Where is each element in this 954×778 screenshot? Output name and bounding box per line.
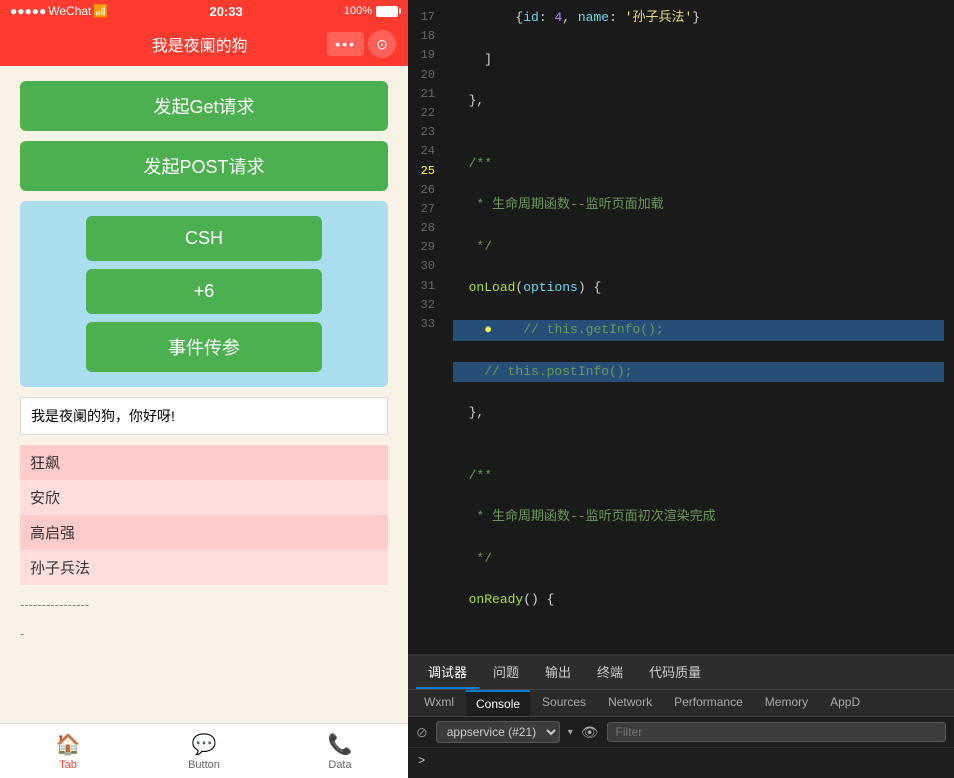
battery-icon: [376, 6, 398, 17]
title-controls: ••• ⊙: [327, 30, 396, 58]
status-bar: ●●●●● WeChat 📶 20:33 100%: [0, 0, 408, 22]
code-line: ]: [453, 50, 944, 71]
tab-button[interactable]: 💬 Button: [136, 724, 272, 778]
code-line: * 生命周期函数--监听页面加载: [453, 195, 944, 216]
line-num: 26: [416, 181, 435, 200]
console-output: >: [408, 748, 954, 778]
line-num: 32: [416, 296, 435, 315]
tab-wxml[interactable]: Wxml: [414, 690, 464, 716]
phone-panel: ●●●●● WeChat 📶 20:33 100% 我是夜阑的狗 ••• ⊙ 发…: [0, 0, 408, 778]
console-toolbar: ⊘ appservice (#21) ▾ 👁: [408, 717, 954, 748]
carrier-label: WeChat: [48, 4, 91, 18]
dropdown-arrow-icon: ▾: [568, 727, 573, 738]
eye-icon[interactable]: 👁: [581, 724, 599, 741]
chat-icon: 💬: [192, 732, 217, 757]
status-right: 100%: [344, 5, 398, 17]
tab-console[interactable]: Console: [466, 690, 530, 716]
list-container: 狂飙 安欣 高启强 孙子兵法: [20, 445, 388, 585]
code-line: onLoad(options) {: [453, 278, 944, 299]
tab-data[interactable]: 📞 Data: [272, 724, 408, 778]
code-line: onReady() {: [453, 590, 944, 611]
code-editor: 17 18 19 20 21 22 23 24 25 26 27 28 29 3…: [408, 0, 954, 654]
line-num: 25: [416, 162, 435, 181]
devtools-tab-row2: Wxml Console Sources Network Performance…: [408, 690, 954, 717]
list-item: 孙子兵法: [20, 550, 388, 585]
get-request-button[interactable]: 发起Get请求: [20, 81, 388, 131]
line-num: 17: [416, 8, 435, 27]
more-options-button[interactable]: •••: [327, 32, 364, 56]
code-line: * 生命周期函数--监听页面初次渲染完成: [453, 507, 944, 528]
tab-terminal[interactable]: 终端: [585, 656, 635, 689]
tab-label: Data: [328, 759, 351, 771]
line-num: 23: [416, 123, 435, 142]
list-item: 安欣: [20, 480, 388, 515]
line-num: 33: [416, 315, 435, 334]
line-num: 27: [416, 200, 435, 219]
divider2: -: [20, 624, 388, 643]
code-line: ● // this.getInfo();: [453, 320, 944, 341]
code-content: {id: 4, name: '孙子兵法'} ] }, /** * 生命周期函数-…: [443, 0, 954, 654]
code-line: },: [453, 91, 944, 112]
devtools-panel: 调试器 问题 输出 终端 代码质量 Wxml Console Sources N…: [408, 654, 954, 778]
tab-memory[interactable]: Memory: [755, 690, 818, 716]
data-icon: 📞: [328, 732, 353, 757]
line-num: 30: [416, 257, 435, 276]
list-item: 狂飙: [20, 445, 388, 480]
tab-sources[interactable]: Sources: [532, 690, 596, 716]
code-line: // this.postInfo();: [453, 362, 944, 383]
csh-button[interactable]: CSH: [86, 216, 323, 261]
line-num: 29: [416, 238, 435, 257]
line-num: 24: [416, 142, 435, 161]
code-panel: 17 18 19 20 21 22 23 24 25 26 27 28 29 3…: [408, 0, 954, 778]
console-cursor: >: [418, 754, 425, 768]
plus6-button[interactable]: +6: [86, 269, 323, 314]
text-output: 我是夜阑的狗，你好呀!: [20, 397, 388, 435]
status-left: ●●●●● WeChat 📶: [10, 4, 108, 18]
list-item: 高启强: [20, 515, 388, 550]
line-num: 28: [416, 219, 435, 238]
code-line: {id: 4, name: '孙子兵法'}: [453, 8, 944, 29]
line-num: 22: [416, 104, 435, 123]
event-param-button[interactable]: 事件传参: [86, 322, 323, 372]
line-num: 18: [416, 27, 435, 46]
code-line: */: [453, 237, 944, 258]
signal-dots: ●●●●●: [10, 4, 46, 18]
appservice-dropdown[interactable]: appservice (#21): [436, 721, 560, 743]
blue-section: CSH +6 事件传参: [20, 201, 388, 387]
tab-tab[interactable]: 🏠 Tab: [0, 724, 136, 778]
line-num: 31: [416, 277, 435, 296]
status-time: 20:33: [209, 4, 242, 19]
tab-performance[interactable]: Performance: [664, 690, 753, 716]
code-line: */: [453, 549, 944, 570]
home-icon: 🏠: [56, 732, 81, 757]
wifi-icon: 📶: [93, 4, 108, 18]
tab-output[interactable]: 输出: [533, 656, 583, 689]
tab-debugger[interactable]: 调试器: [416, 656, 479, 689]
battery-percent: 100%: [344, 5, 372, 17]
page-title: 我是夜阑的狗: [72, 32, 327, 56]
tab-label: Tab: [59, 759, 77, 771]
phone-content: 发起Get请求 发起POST请求 CSH +6 事件传参 我是夜阑的狗，你好呀!…: [0, 66, 408, 723]
code-line: },: [453, 403, 944, 424]
tab-code-quality[interactable]: 代码质量: [637, 656, 713, 689]
tab-network[interactable]: Network: [598, 690, 662, 716]
tab-issues[interactable]: 问题: [481, 656, 531, 689]
tab-appd[interactable]: AppD: [820, 690, 870, 716]
post-request-button[interactable]: 发起POST请求: [20, 141, 388, 191]
code-line: /**: [453, 466, 944, 487]
line-num: 19: [416, 46, 435, 65]
devtools-tab-row1: 调试器 问题 输出 终端 代码质量: [408, 656, 954, 690]
tab-label: Button: [188, 759, 220, 771]
title-bar: 我是夜阑的狗 ••• ⊙: [0, 22, 408, 66]
toolbar-clear-icon[interactable]: ⊘: [416, 724, 428, 741]
divider: ----------------: [20, 595, 388, 614]
console-filter-input[interactable]: [607, 722, 946, 742]
record-button[interactable]: ⊙: [368, 30, 396, 58]
tab-bar: 🏠 Tab 💬 Button 📞 Data: [0, 723, 408, 778]
line-num: 21: [416, 85, 435, 104]
line-numbers: 17 18 19 20 21 22 23 24 25 26 27 28 29 3…: [408, 0, 443, 654]
line-num: 20: [416, 66, 435, 85]
code-line: /**: [453, 154, 944, 175]
code-lines: 17 18 19 20 21 22 23 24 25 26 27 28 29 3…: [408, 0, 954, 654]
